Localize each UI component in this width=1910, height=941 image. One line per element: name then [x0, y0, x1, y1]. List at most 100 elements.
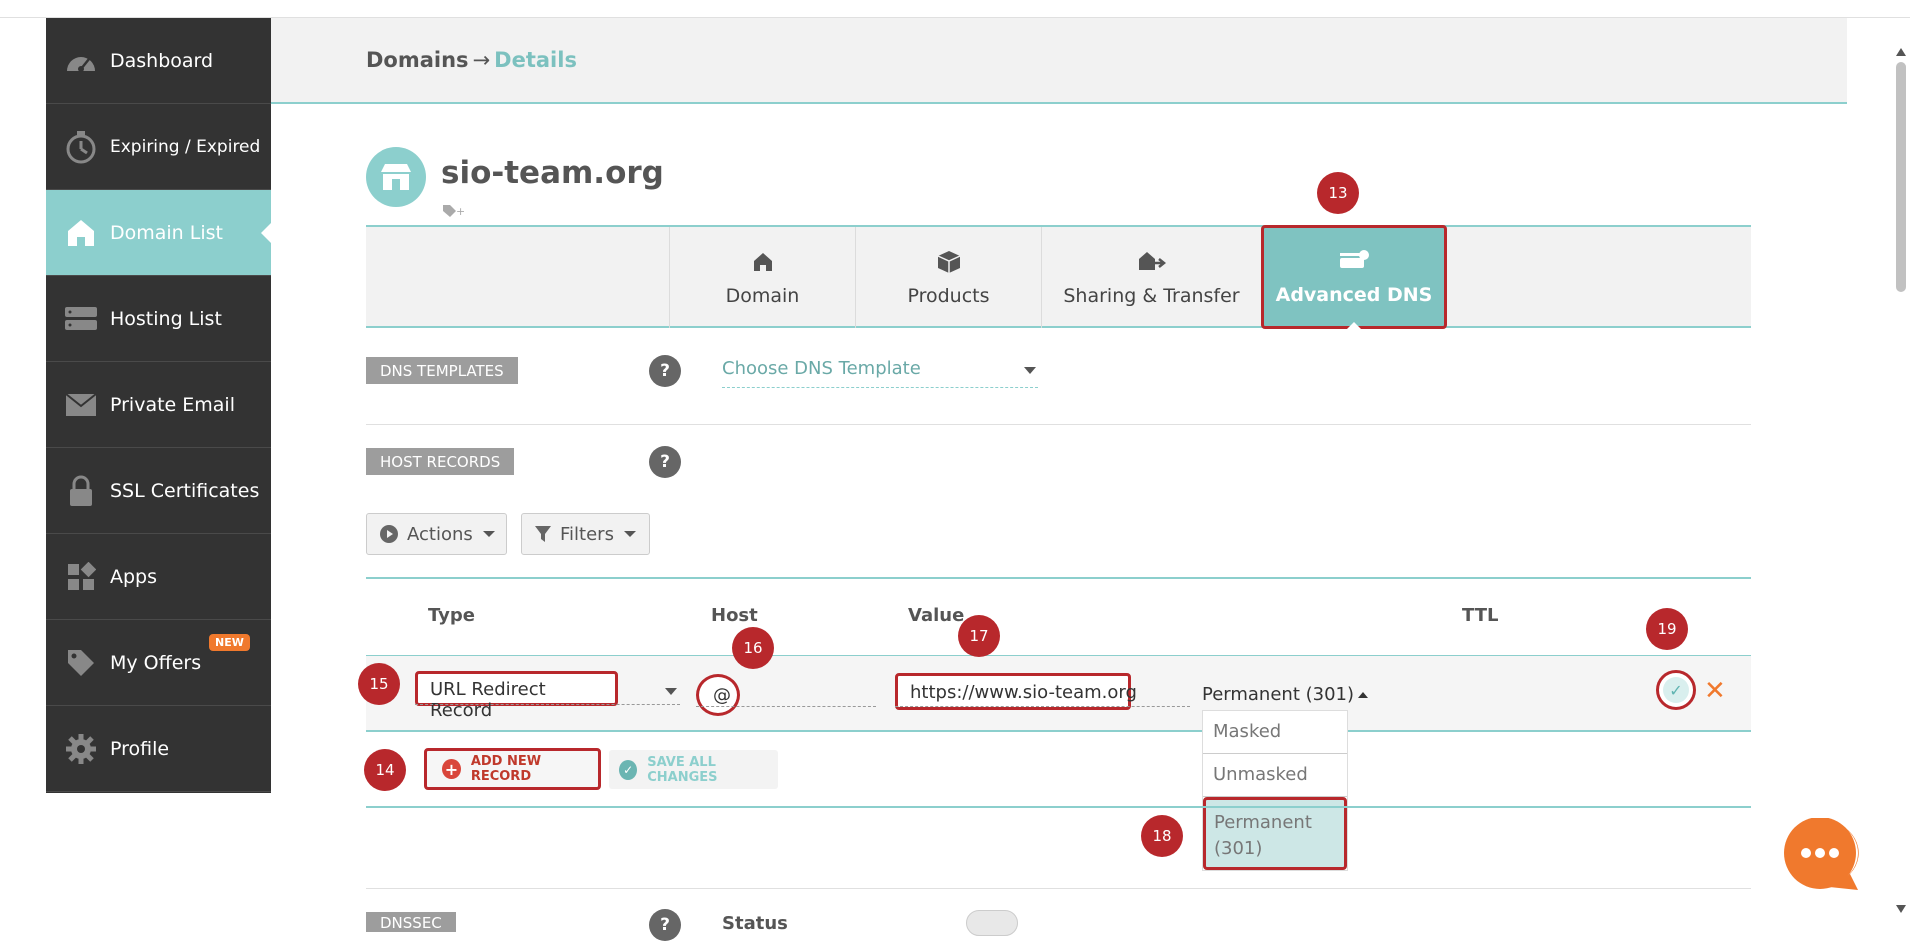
sidebar-item-ssl-certificates[interactable]: SSL Certificates	[46, 448, 271, 534]
breadcrumb-current: Details	[494, 48, 577, 72]
cancel-record-close-icon[interactable]: ✕	[1704, 676, 1726, 706]
scrollbar-thumb[interactable]	[1896, 62, 1906, 292]
dnssec-help-icon[interactable]: ?	[649, 909, 681, 941]
domain-store-icon	[366, 147, 426, 207]
save-record-button[interactable]: ✓	[1656, 670, 1696, 710]
host-records-help-icon[interactable]: ?	[649, 446, 681, 478]
host-records-label: HOST RECORDS	[366, 448, 515, 475]
domain-name-title: sio-team.org	[441, 155, 664, 191]
filters-label: Filters	[560, 523, 614, 545]
tab-sharing-transfer[interactable]: Sharing & Transfer	[1041, 227, 1261, 328]
add-tag-icon[interactable]: +	[442, 203, 465, 222]
actions-button[interactable]: Actions	[366, 513, 507, 555]
transfer-icon	[1137, 249, 1167, 275]
field-underline	[696, 706, 876, 707]
field-underline	[415, 704, 680, 705]
breadcrumb-parent[interactable]: Domains	[366, 48, 469, 72]
sidebar-item-label: Profile	[110, 737, 170, 760]
check-circle-icon: ✓	[619, 759, 638, 780]
dns-template-placeholder: Choose DNS Template	[722, 358, 921, 379]
scroll-up-arrow[interactable]	[1896, 48, 1906, 56]
funnel-icon	[534, 525, 552, 543]
page-header: Domains → Details	[271, 18, 1847, 104]
sidebar-item-label: Expiring / Expired	[110, 136, 261, 157]
home-icon	[752, 249, 774, 275]
dropdown-option-unmasked[interactable]: Unmasked	[1203, 754, 1347, 797]
value-input[interactable]: https://www.sio-team.org	[895, 673, 1137, 710]
actions-label: Actions	[407, 523, 473, 545]
check-icon: ✓	[1663, 677, 1689, 703]
tab-label: Products	[907, 284, 990, 307]
table-top-divider	[366, 577, 1751, 579]
sidebar-item-hosting-list[interactable]: Hosting List	[46, 276, 271, 362]
redirect-type-select[interactable]: Permanent (301)	[1202, 684, 1369, 705]
field-underline	[895, 706, 1190, 707]
record-type-select[interactable]: URL Redirect Record	[415, 671, 618, 721]
sidebar-item-profile[interactable]: Profile	[46, 706, 271, 792]
dnssec-status-label: Status	[722, 913, 788, 934]
dns-template-select[interactable]: Choose DNS Template	[722, 358, 1038, 388]
chevron-down-icon[interactable]	[665, 688, 677, 695]
filters-button[interactable]: Filters	[521, 513, 650, 555]
save-all-changes-button[interactable]: ✓ SAVE ALL CHANGES	[609, 750, 778, 789]
host-input[interactable]: @	[696, 674, 740, 716]
table-bottom-divider	[366, 806, 1751, 808]
lock-icon	[64, 474, 98, 508]
column-header-ttl: TTL	[1462, 605, 1499, 626]
annotation-marker-18: 18	[1141, 815, 1183, 857]
tab-label: Domain	[725, 284, 800, 307]
scroll-down-arrow[interactable]	[1896, 905, 1906, 913]
domain-tabs: Domain Products Sharing & Transfer Advan…	[366, 225, 1751, 329]
play-circle-icon	[379, 524, 399, 544]
sidebar-item-expiring[interactable]: Expiring / Expired	[46, 104, 271, 190]
annotation-marker-14: 14	[364, 749, 406, 791]
chevron-up-icon	[1358, 692, 1369, 698]
breadcrumb: Domains → Details	[366, 48, 577, 72]
chat-bubble-button[interactable]	[1780, 817, 1860, 892]
box-icon	[936, 249, 962, 275]
column-header-value: Value	[908, 605, 965, 626]
new-badge: NEW	[209, 634, 250, 651]
sidebar-item-dashboard[interactable]: Dashboard	[46, 18, 271, 104]
sidebar-item-private-email[interactable]: Private Email	[46, 362, 271, 448]
dropdown-option-masked[interactable]: Masked	[1203, 711, 1347, 754]
plus-circle-icon: +	[442, 759, 461, 779]
dnssec-toggle[interactable]	[966, 910, 1018, 936]
svg-text:+: +	[456, 205, 464, 218]
redirect-type-dropdown: Masked Unmasked Permanent (301)	[1202, 710, 1348, 871]
column-header-type: Type	[428, 605, 475, 626]
dns-templates-label: DNS TEMPLATES	[366, 357, 518, 384]
envelope-icon	[64, 388, 98, 422]
add-new-record-button[interactable]: + ADD NEW RECORD	[424, 748, 601, 790]
chevron-down-icon	[623, 531, 636, 537]
gauge-icon	[64, 44, 98, 78]
gear-icon	[64, 732, 98, 766]
annotation-marker-13: 13	[1317, 172, 1359, 214]
timer-icon	[64, 130, 98, 164]
chevron-down-icon	[1024, 367, 1036, 374]
sidebar-item-domain-list[interactable]: Domain List	[46, 190, 271, 276]
tab-products[interactable]: Products	[855, 227, 1041, 328]
sidebar-item-label: Apps	[110, 565, 158, 588]
annotation-marker-16: 16	[732, 627, 774, 669]
section-divider	[366, 424, 1751, 425]
tag-icon	[64, 646, 98, 680]
home-icon	[64, 216, 98, 250]
column-header-host: Host	[711, 605, 758, 626]
add-new-record-label: ADD NEW RECORD	[470, 754, 542, 784]
tab-label: Advanced DNS	[1275, 284, 1433, 306]
annotation-marker-19: 19	[1646, 608, 1688, 650]
sidebar-item-label: SSL Certificates	[110, 479, 260, 502]
sidebar-item-label: Private Email	[110, 393, 235, 416]
tab-label: Sharing & Transfer	[1063, 284, 1240, 307]
tab-advanced-dns[interactable]: Advanced DNS	[1261, 225, 1447, 329]
sidebar-item-my-offers[interactable]: My Offers NEW	[46, 620, 271, 706]
sidebar-item-label: Hosting List	[110, 307, 222, 330]
server-icon	[64, 302, 98, 336]
router-icon	[1338, 248, 1370, 274]
sidebar-item-apps[interactable]: Apps	[46, 534, 271, 620]
dns-templates-help-icon[interactable]: ?	[649, 355, 681, 387]
annotation-marker-17: 17	[958, 615, 1000, 657]
sidebar-item-label: Dashboard	[110, 49, 214, 72]
tab-domain[interactable]: Domain	[669, 227, 855, 328]
